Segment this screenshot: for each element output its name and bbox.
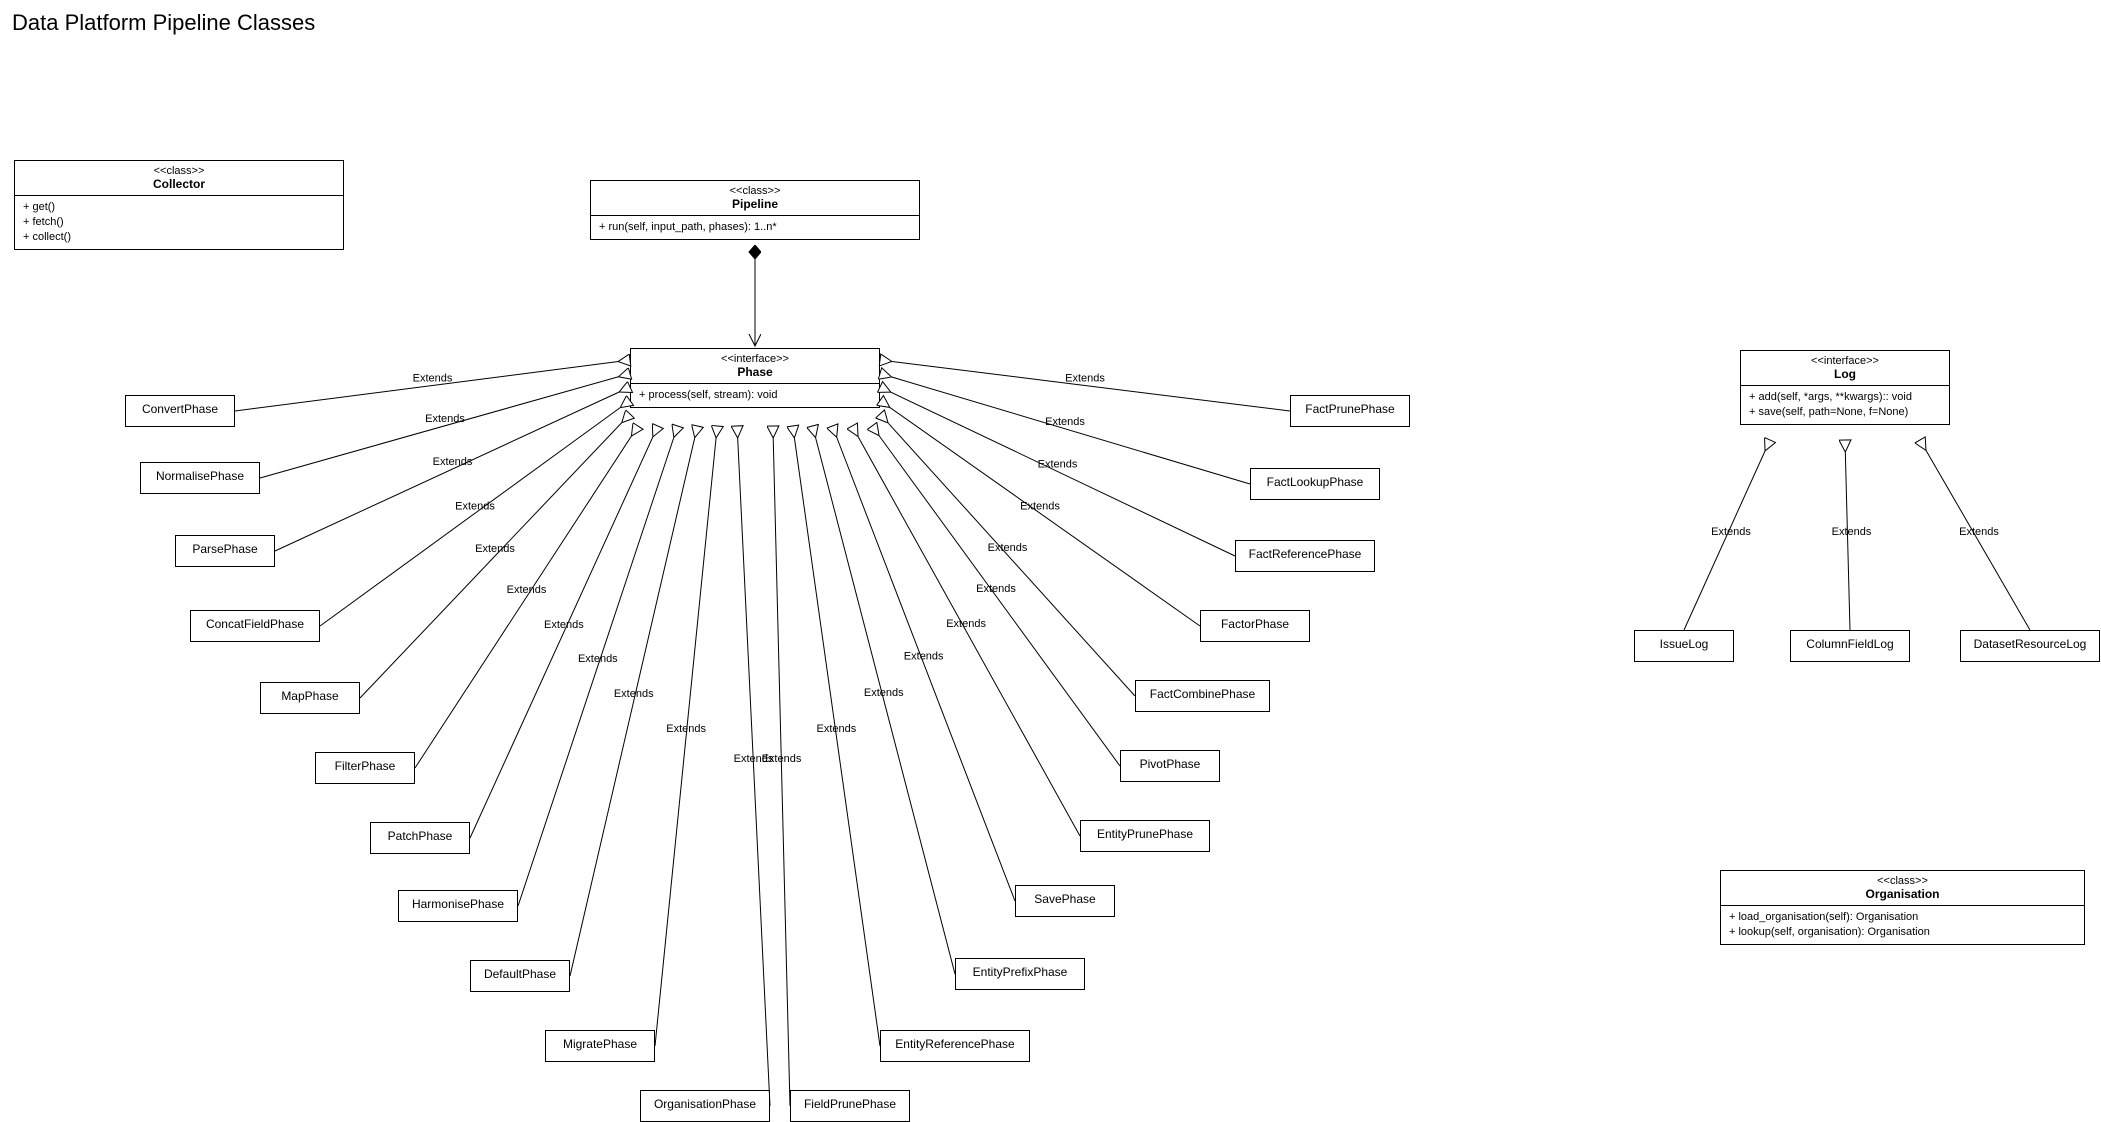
class-name: Organisation [1729, 887, 2076, 901]
svg-text:Extends: Extends [455, 500, 495, 512]
class-box-harmonisephase: HarmonisePhase [398, 890, 518, 922]
class-box-defaultphase: DefaultPhase [470, 960, 570, 992]
svg-text:Extends: Extends [1045, 416, 1085, 428]
class-box-migratephase: MigratePhase [545, 1030, 655, 1062]
interface-name: Log [1749, 367, 1941, 381]
class-organisation: <<class>> Organisation + load_organisati… [1720, 870, 2085, 945]
svg-text:Extends: Extends [816, 723, 856, 735]
svg-text:Extends: Extends [988, 542, 1028, 554]
class-box-entityreferencephase: EntityReferencePhase [880, 1030, 1030, 1062]
class-box-fieldprunephase: FieldPrunePhase [790, 1090, 910, 1122]
class-box-patchphase: PatchPhase [370, 822, 470, 854]
class-methods: + run(self, input_path, phases): 1..n* [591, 216, 919, 239]
class-box-savephase: SavePhase [1015, 885, 1115, 917]
class-pipeline: <<class>> Pipeline + run(self, input_pat… [590, 180, 920, 240]
svg-text:Extends: Extends [734, 753, 774, 765]
stereotype-label: <<interface>> [639, 353, 871, 365]
class-box-factreferencephase: FactReferencePhase [1235, 540, 1375, 572]
svg-text:Extends: Extends [1038, 459, 1078, 471]
svg-text:Extends: Extends [762, 753, 802, 765]
svg-text:Extends: Extends [413, 373, 453, 385]
class-box-factprunephase: FactPrunePhase [1290, 395, 1410, 427]
svg-text:Extends: Extends [864, 687, 904, 699]
stereotype-label: <<class>> [1729, 875, 2076, 887]
svg-text:Extends: Extends [507, 584, 547, 596]
class-box-entityprunephase: EntityPrunePhase [1080, 820, 1210, 852]
class-box-issuelog: IssueLog [1634, 630, 1734, 662]
interface-phase: <<interface>> Phase + process(self, stre… [630, 348, 880, 408]
svg-text:Extends: Extends [1065, 373, 1105, 385]
svg-text:Extends: Extends [1959, 526, 1999, 538]
svg-text:Extends: Extends [544, 619, 584, 631]
interface-log: <<interface>> Log + add(self, *args, **k… [1740, 350, 1950, 425]
svg-text:Extends: Extends [666, 723, 706, 735]
class-box-pivotphase: PivotPhase [1120, 750, 1220, 782]
svg-text:Extends: Extends [578, 653, 618, 665]
class-box-factcombinephase: FactCombinePhase [1135, 680, 1270, 712]
stereotype-label: <<class>> [599, 185, 911, 197]
class-box-concatfieldphase: ConcatFieldPhase [190, 610, 320, 642]
class-box-normalisephase: NormalisePhase [140, 462, 260, 494]
class-box-organisationphase: OrganisationPhase [640, 1090, 770, 1122]
svg-text:Extends: Extends [425, 413, 465, 425]
class-box-factlookupphase: FactLookupPhase [1250, 468, 1380, 500]
svg-text:Extends: Extends [614, 688, 654, 700]
class-box-parsephase: ParsePhase [175, 535, 275, 567]
svg-text:Extends: Extends [475, 543, 515, 555]
class-methods: + get() + fetch() + collect() [15, 196, 343, 249]
class-name: Collector [23, 177, 335, 191]
interface-methods: + add(self, *args, **kwargs):: void + sa… [1741, 386, 1949, 424]
page-title: Data Platform Pipeline Classes [12, 10, 315, 36]
class-box-filterphase: FilterPhase [315, 752, 415, 784]
class-box-columnfieldlog: ColumnFieldLog [1790, 630, 1910, 662]
class-box-datasetresourcelog: DatasetResourceLog [1960, 630, 2100, 662]
class-box-mapphase: MapPhase [260, 682, 360, 714]
class-methods: + load_organisation(self): Organisation … [1721, 906, 2084, 944]
class-collector: <<class>> Collector + get() + fetch() + … [14, 160, 344, 250]
svg-text:Extends: Extends [1832, 526, 1872, 538]
class-box-entityprefixphase: EntityPrefixPhase [955, 958, 1085, 990]
stereotype-label: <<class>> [23, 165, 335, 177]
svg-text:Extends: Extends [1711, 526, 1751, 538]
svg-text:Extends: Extends [1020, 500, 1060, 512]
class-name: Pipeline [599, 197, 911, 211]
svg-text:Extends: Extends [976, 583, 1016, 595]
class-box-convertphase: ConvertPhase [125, 395, 235, 427]
interface-name: Phase [639, 365, 871, 379]
stereotype-label: <<interface>> [1749, 355, 1941, 367]
svg-text:Extends: Extends [946, 618, 986, 630]
class-box-factorphase: FactorPhase [1200, 610, 1310, 642]
svg-text:Extends: Extends [904, 651, 944, 663]
svg-text:Extends: Extends [433, 456, 473, 468]
interface-methods: + process(self, stream): void [631, 384, 879, 407]
